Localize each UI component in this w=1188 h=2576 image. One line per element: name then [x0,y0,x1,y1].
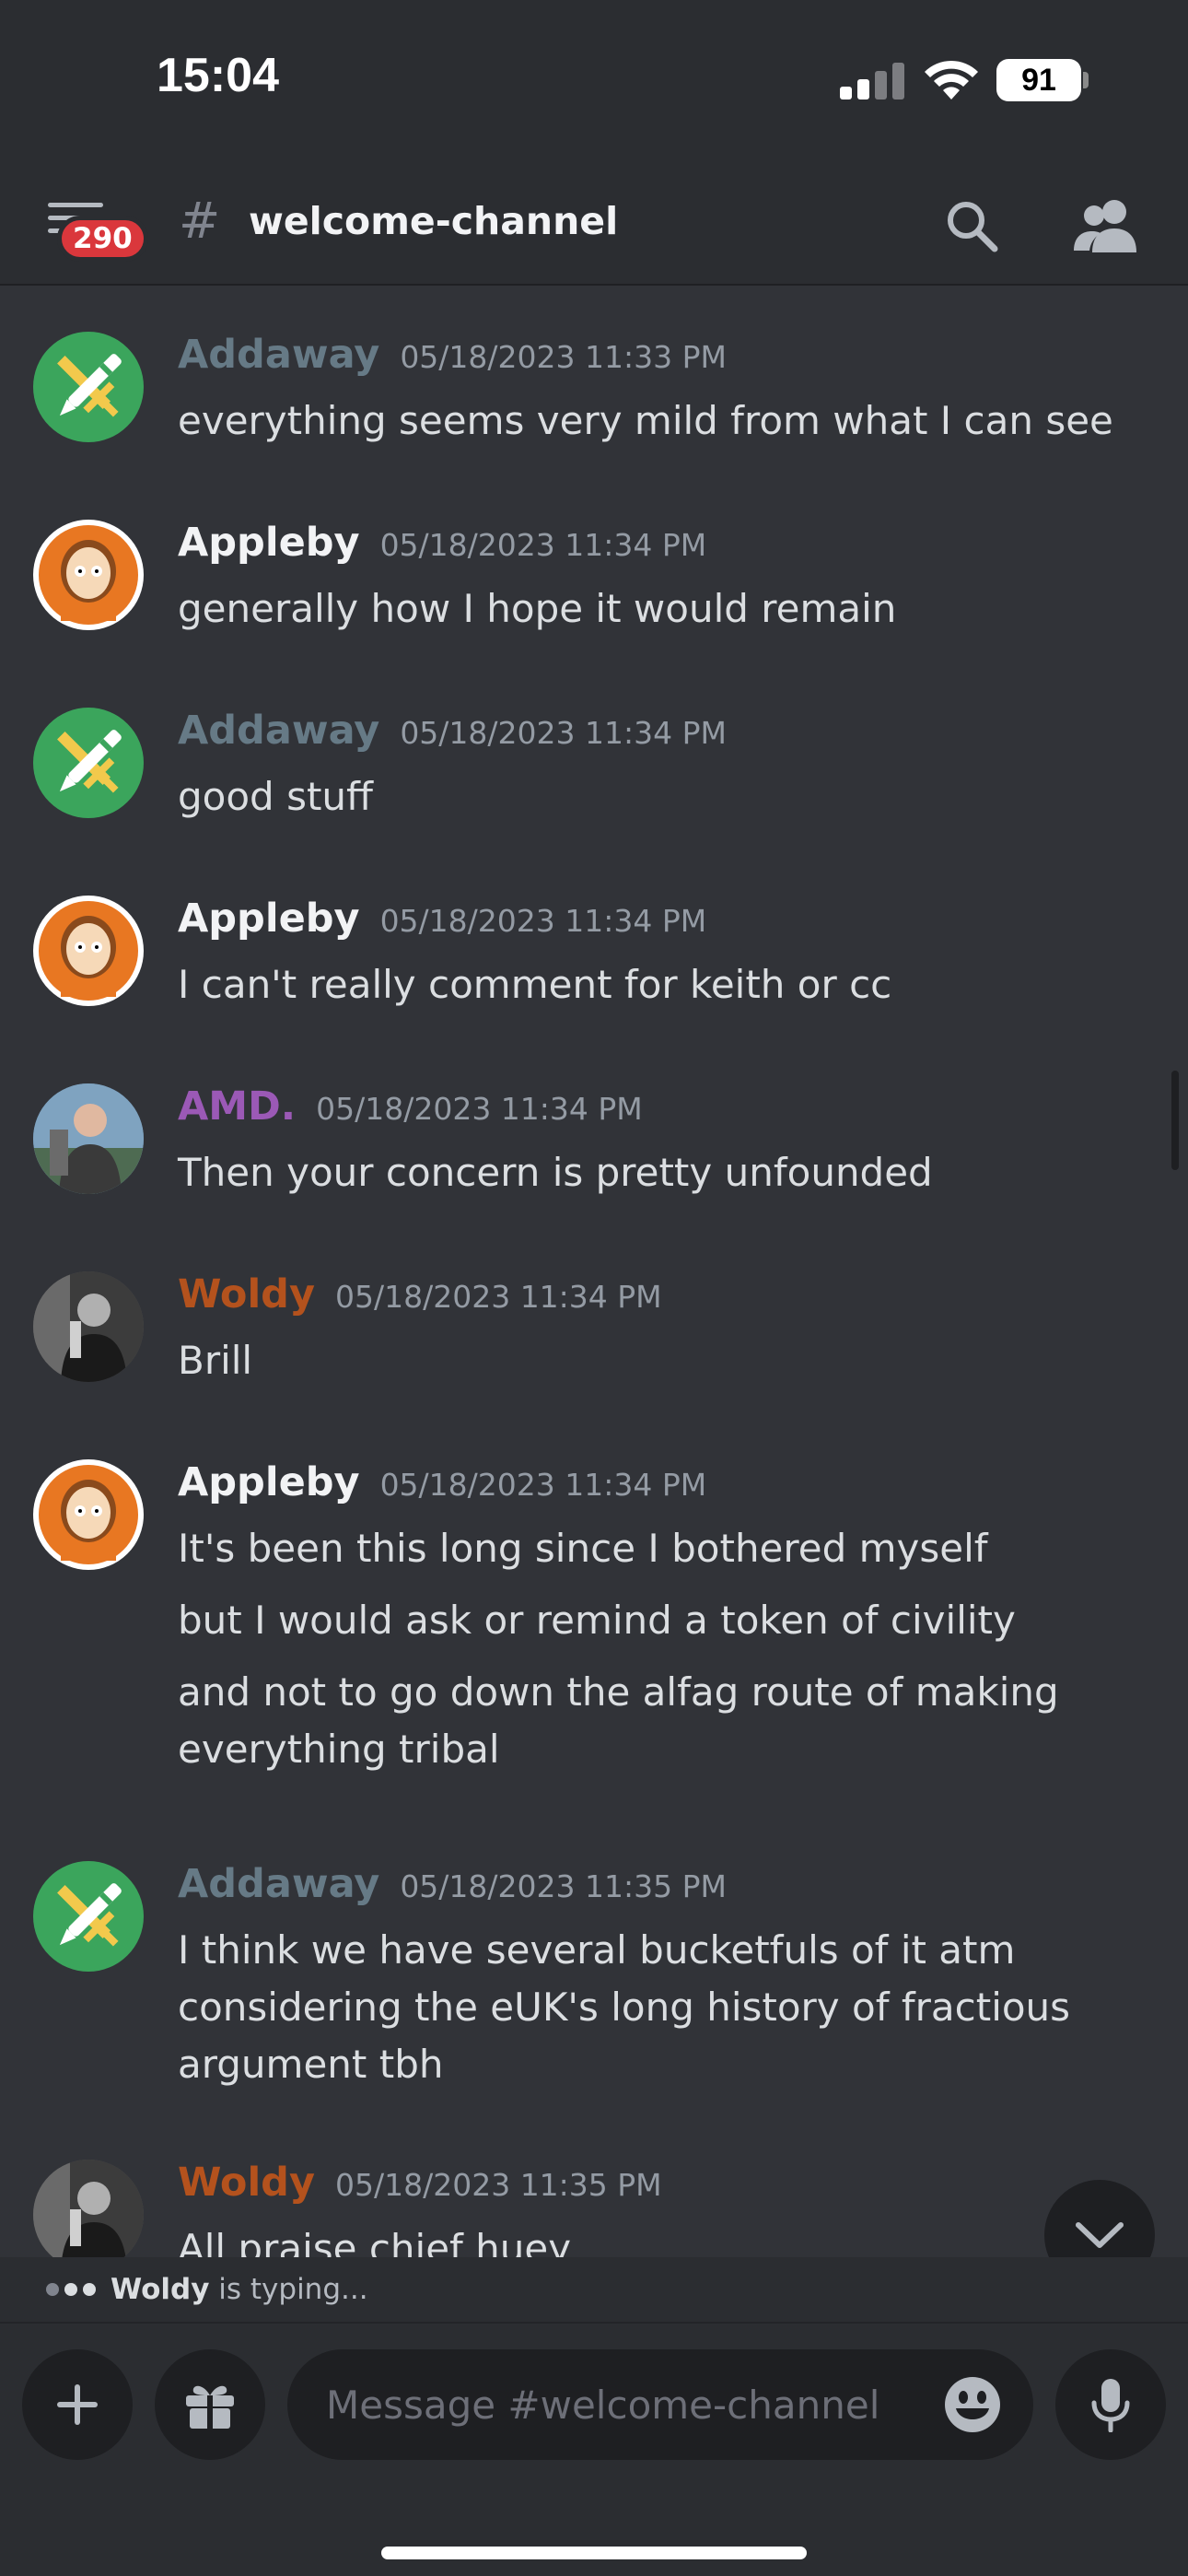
message-text: and not to go down the alfag route of ma… [178,1669,1059,1772]
message-timestamp: 05/18/2023 11:34 PM [379,1467,707,1503]
chevron-down-icon [1076,2222,1124,2248]
avatar-orange-hood-icon[interactable] [33,1459,144,1570]
cellular-signal-icon [840,61,904,100]
typing-status: is typing... [209,2273,368,2306]
message-author[interactable]: Addaway [178,1861,379,1907]
message-author[interactable]: Appleby [178,520,360,566]
message-timestamp: 05/18/2023 11:34 PM [400,715,727,751]
plus-icon [57,2384,98,2425]
message-list[interactable]: Addaway 05/18/2023 11:33 PM everything se… [0,287,1188,2257]
message-text: I can't really comment for keith or cc [178,962,892,1007]
avatar-pen-sword-icon[interactable] [33,1861,144,1972]
message-text: I think we have several bucketfuls of it… [178,1927,1071,2087]
message-input[interactable] [287,2349,1033,2460]
message-timestamp: 05/18/2023 11:34 PM [335,1279,662,1315]
message-text: Then your concern is pretty unfounded [178,1150,933,1195]
message-text: everything seems very mild from what I c… [178,398,1113,443]
message-text: It's been this long since I bothered mys… [178,1526,988,1571]
avatar-photo-icon[interactable] [33,2160,144,2257]
message-text: generally how I hope it would remain [178,586,897,631]
message-composer [0,2322,1188,2576]
notification-badge[interactable]: 290 [57,216,148,262]
emoji-icon[interactable] [943,2375,1002,2434]
status-bar: 15:04 91 [0,0,1188,166]
message-timestamp: 05/18/2023 11:34 PM [379,527,707,563]
message-timestamp: 05/18/2023 11:34 PM [379,903,707,939]
avatar-pen-sword-icon[interactable] [33,708,144,818]
microphone-icon [1091,2379,1130,2432]
members-icon[interactable] [1072,195,1138,256]
gift-button[interactable] [155,2349,265,2460]
add-attachment-button[interactable] [22,2349,133,2460]
message-text: but I would ask or remind a token of civ… [178,1598,1016,1643]
channel-title[interactable]: welcome-channel [249,199,618,243]
hash-icon: # [179,192,221,250]
message-author[interactable]: Addaway [178,332,379,378]
typing-indicator: Woldy is typing... [0,2257,1188,2322]
message-timestamp: 05/18/2023 11:35 PM [400,1868,727,1904]
avatar-orange-hood-icon[interactable] [33,896,144,1006]
avatar-orange-hood-icon[interactable] [33,520,144,630]
message-timestamp: 05/18/2023 11:35 PM [335,2167,662,2203]
avatar-pen-sword-icon[interactable] [33,332,144,442]
voice-message-button[interactable] [1055,2349,1166,2460]
message-author[interactable]: Addaway [178,708,379,754]
avatar-photo-icon[interactable] [33,1083,144,1194]
message-author[interactable]: AMD. [178,1083,296,1130]
home-indicator[interactable] [381,2547,807,2559]
avatar-photo-icon[interactable] [33,1271,144,1382]
typing-dots-icon [46,2283,96,2296]
battery-indicator: 91 [996,59,1081,101]
message-text: Brill [178,1338,253,1383]
message-timestamp: 05/18/2023 11:34 PM [316,1091,643,1127]
message-author[interactable]: Woldy [178,1271,315,1317]
typing-text: Woldy is typing... [111,2273,368,2306]
search-icon[interactable] [941,195,1002,256]
wifi-icon [925,60,978,100]
message-text: All praise chief huey [178,2226,572,2257]
message-timestamp: 05/18/2023 11:33 PM [400,339,727,375]
status-time: 15:04 [157,49,279,102]
typing-user: Woldy [111,2273,210,2306]
message-text: good stuff [178,774,373,819]
battery-tip [1083,72,1089,88]
gift-icon [186,2385,234,2429]
message-author[interactable]: Appleby [178,1459,360,1505]
channel-header: 290 # welcome-channel [0,166,1188,286]
message-author[interactable]: Woldy [178,2160,315,2206]
message-author[interactable]: Appleby [178,896,360,942]
scrollbar-thumb[interactable] [1171,1071,1179,1170]
